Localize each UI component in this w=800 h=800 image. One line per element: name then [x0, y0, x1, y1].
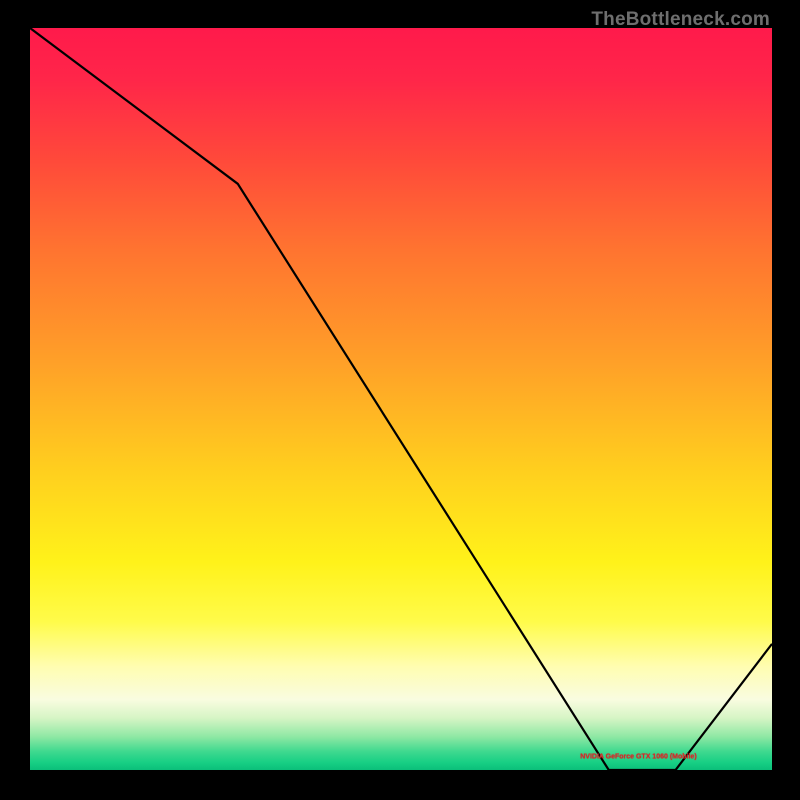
chart-stage: TheBottleneck.com NVIDIA GeForce GTX 106… — [0, 0, 800, 800]
gpu-annotation: NVIDIA GeForce GTX 1060 (Mobile) — [580, 753, 696, 760]
plot-area: NVIDIA GeForce GTX 1060 (Mobile) — [30, 28, 772, 770]
data-curve — [30, 28, 772, 770]
line-chart-layer — [30, 28, 772, 770]
